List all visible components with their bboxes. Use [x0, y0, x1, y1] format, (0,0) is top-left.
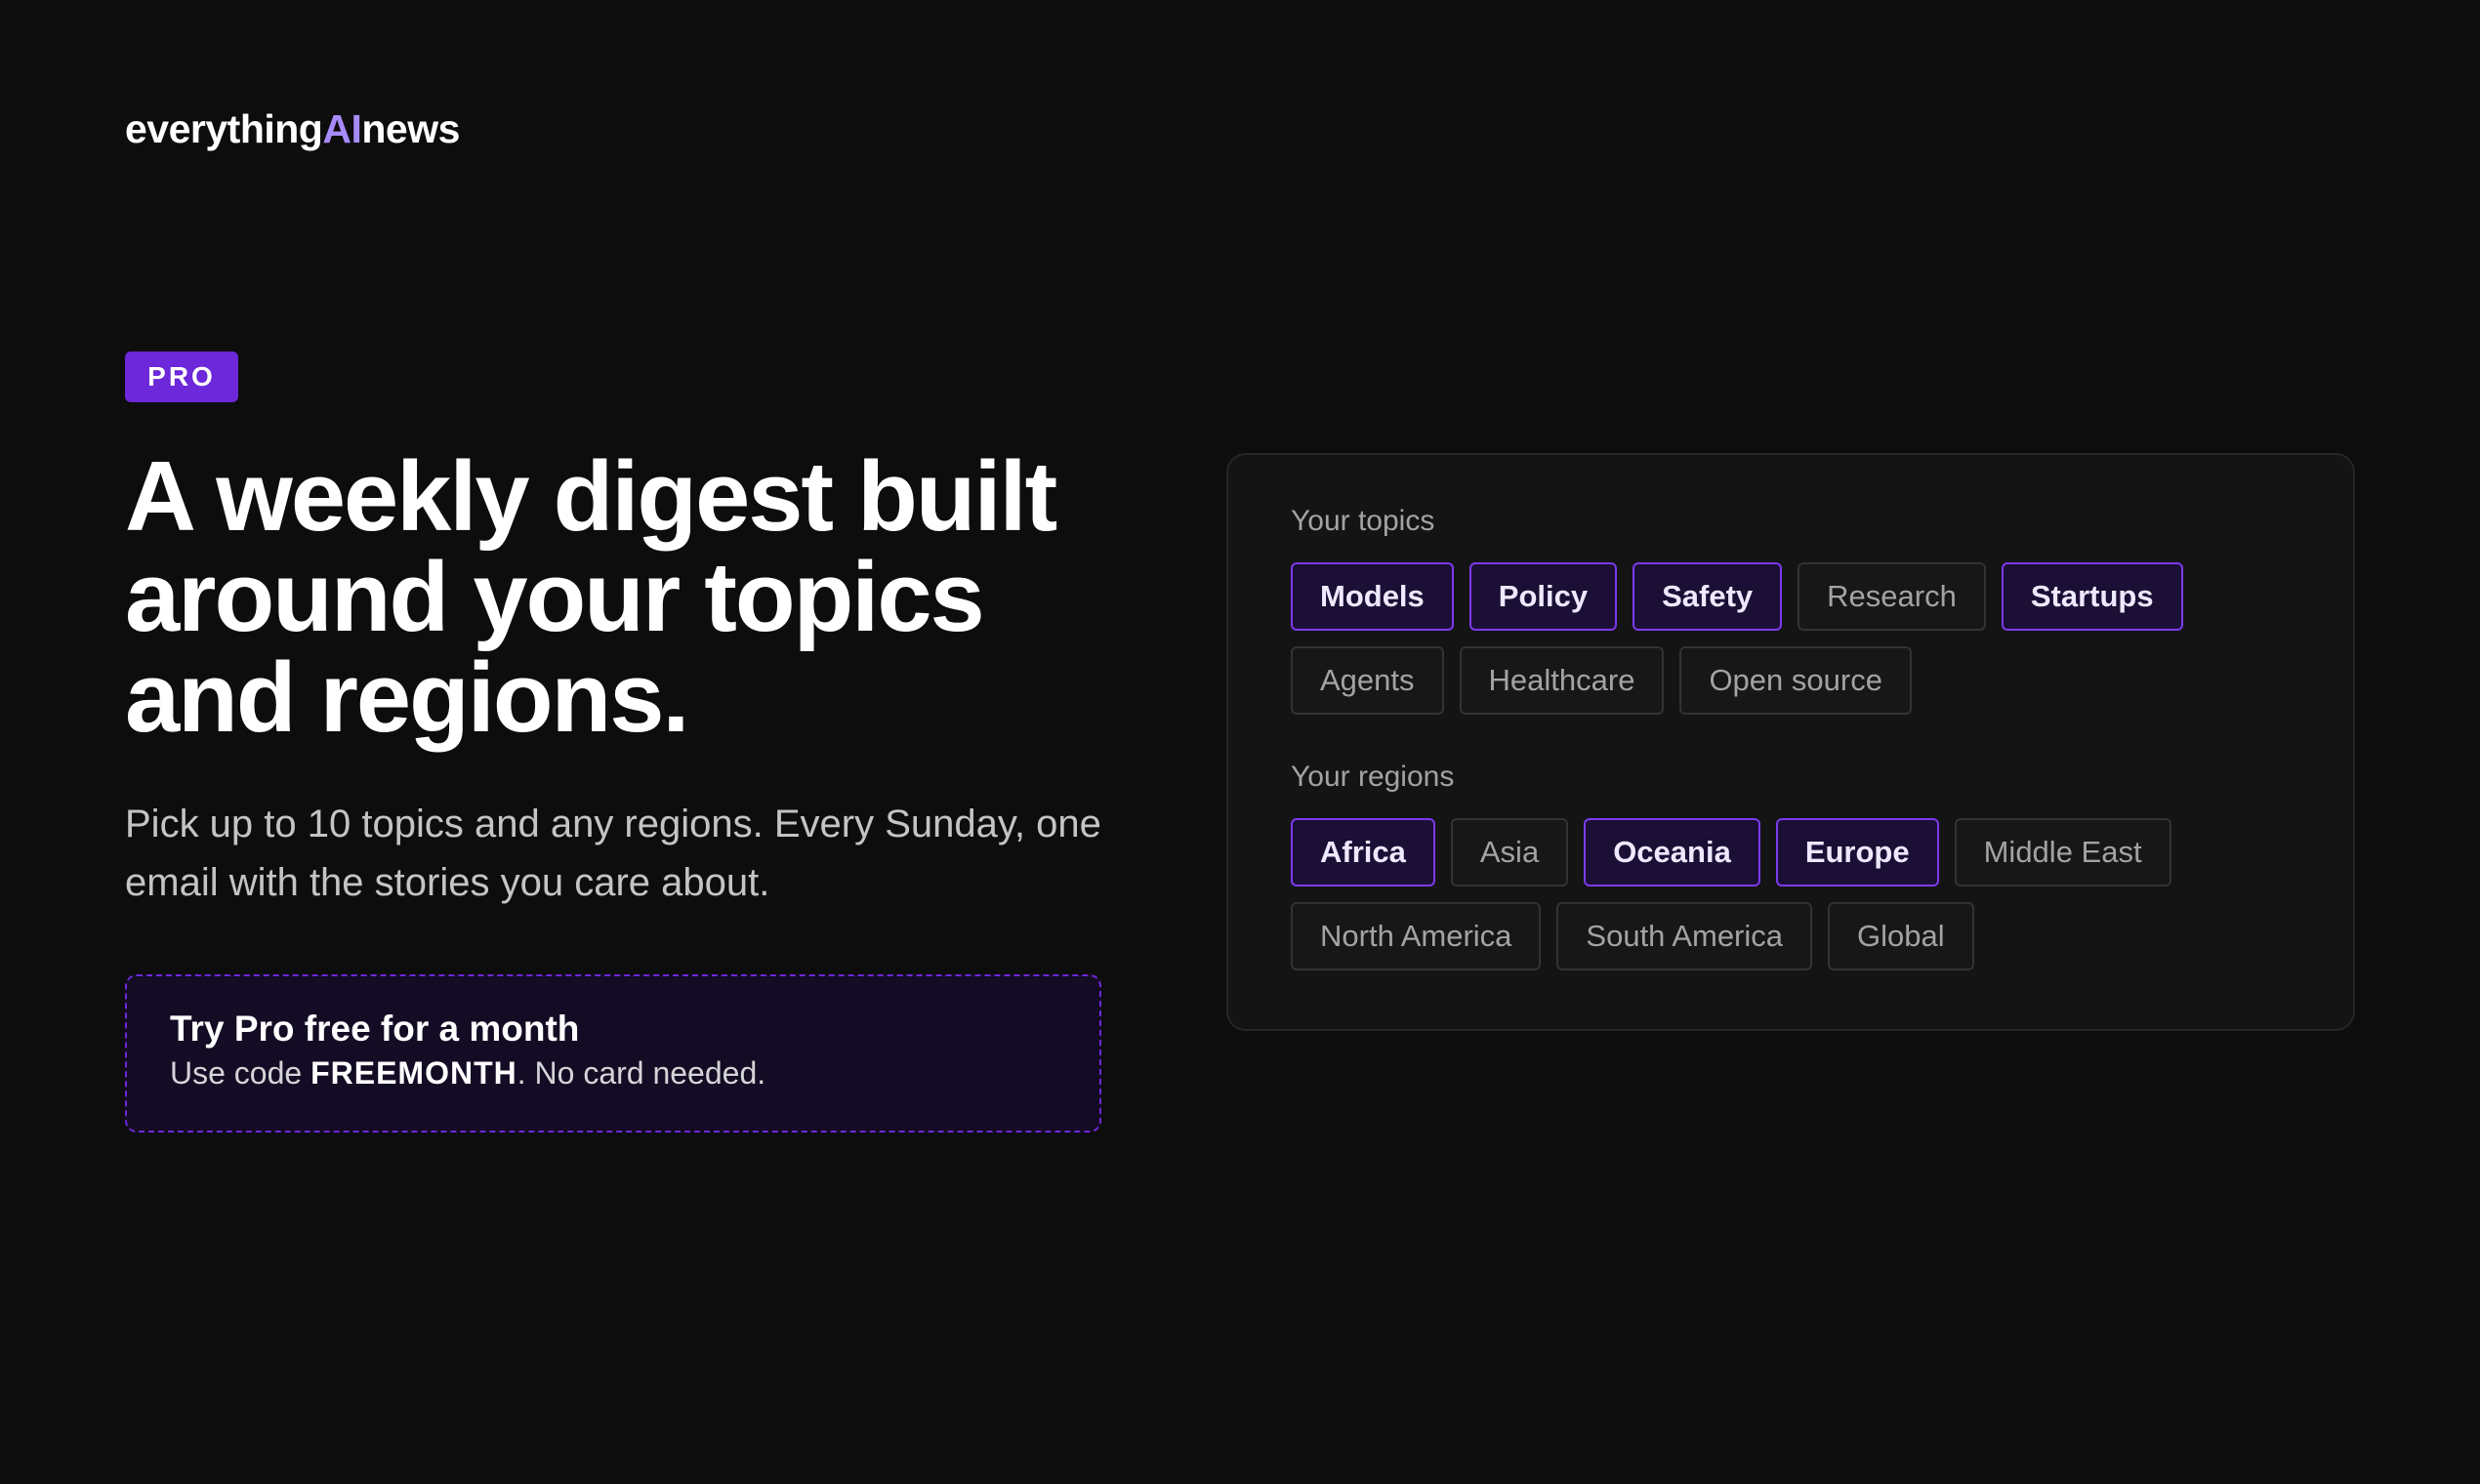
brand-logo[interactable]: everythingAInews	[125, 105, 460, 152]
hero-subtitle: Pick up to 10 topics and any regions. Ev…	[125, 803, 1101, 904]
brand-suffix: news	[361, 106, 460, 151]
region-chip-north-america[interactable]: North America	[1291, 902, 1542, 970]
region-chip-oceania[interactable]: Oceania	[1584, 818, 1760, 886]
hero-headline: A weekly digest built around your topics…	[125, 442, 1057, 753]
promo-code: FREEMONTH	[310, 1055, 517, 1091]
topic-chip-agents[interactable]: Agents	[1291, 646, 1444, 715]
region-chip-global[interactable]: Global	[1828, 902, 1974, 970]
topic-chip-safety[interactable]: Safety	[1633, 562, 1783, 631]
region-chip-africa[interactable]: Africa	[1291, 818, 1435, 886]
preferences-panel: Your topics Models Policy Safety Researc…	[1226, 453, 2355, 1031]
topic-chip-policy[interactable]: Policy	[1468, 562, 1618, 631]
promo-text-before: Use code	[170, 1055, 311, 1091]
topic-chip-healthcare[interactable]: Healthcare	[1459, 646, 1665, 715]
brand-accent: AI	[322, 106, 362, 151]
promo-text-after: . No card needed.	[517, 1055, 766, 1091]
topic-chip-open-source[interactable]: Open source	[1679, 646, 1912, 715]
topic-chip-startups[interactable]: Startups	[2001, 562, 2183, 631]
topics-label: Your topics	[1291, 505, 1435, 537]
topic-chip-models[interactable]: Models	[1291, 562, 1454, 631]
brand-prefix: everything	[125, 106, 323, 151]
region-chip-asia[interactable]: Asia	[1450, 818, 1569, 886]
topics-chip-group: Models Policy Safety Research Startups A…	[1291, 562, 2306, 715]
regions-label: Your regions	[1291, 761, 1455, 793]
region-chip-south-america[interactable]: South America	[1556, 902, 1813, 970]
region-chip-middle-east[interactable]: Middle East	[1954, 818, 2171, 886]
promo-text: Use code FREEMONTH. No card needed.	[170, 1052, 1056, 1093]
promo-title: Try Pro free for a month	[170, 1009, 580, 1049]
promo-callout: Try Pro free for a month Use code FREEMO…	[125, 974, 1101, 1133]
pro-badge: PRO	[125, 351, 238, 402]
topic-chip-research[interactable]: Research	[1798, 562, 1986, 631]
region-chip-europe[interactable]: Europe	[1775, 818, 1939, 886]
regions-chip-group: Africa Asia Oceania Europe Middle East N…	[1291, 818, 2306, 970]
